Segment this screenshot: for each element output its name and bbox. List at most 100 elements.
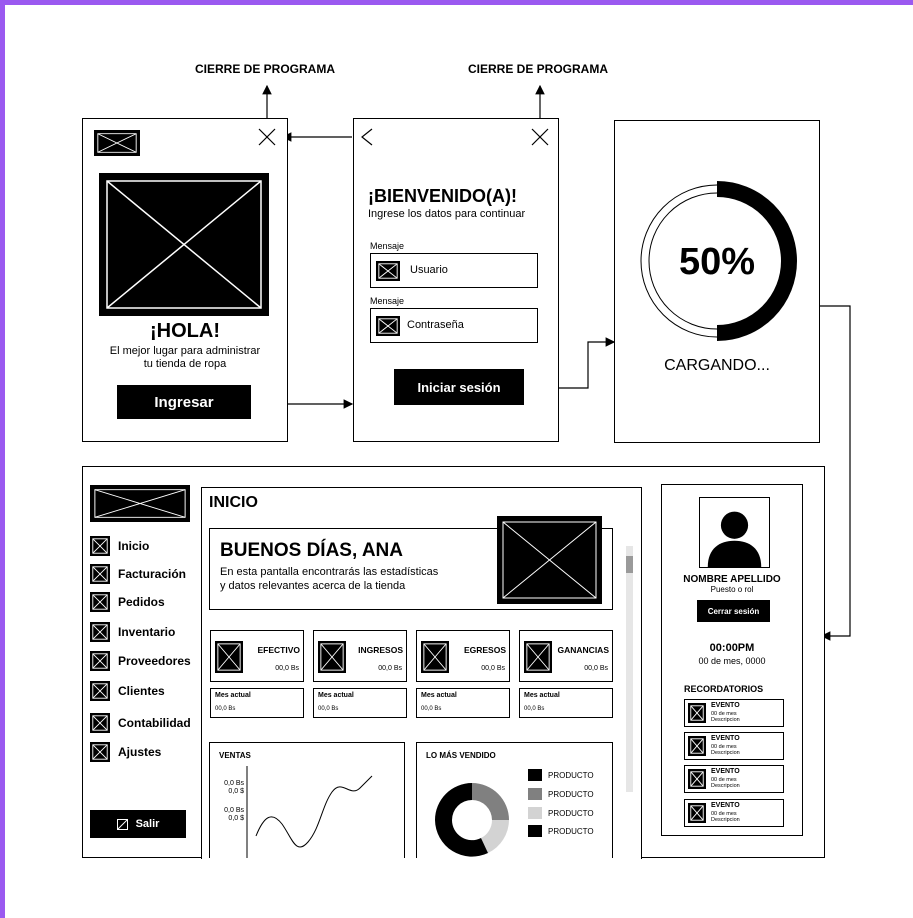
sidebar-item-label: Pedidos <box>118 595 165 609</box>
lock-icon <box>376 316 400 336</box>
legend-swatch <box>528 825 542 837</box>
sidebar-item-contabilidad[interactable]: Contabilidad <box>90 713 191 733</box>
stat-month-label: Mes actual <box>215 692 251 699</box>
login-button[interactable]: Iniciar sesión <box>394 369 524 405</box>
menu-icon <box>90 564 110 584</box>
stat-month-card: Mes actual 00,0 Bs <box>313 688 407 718</box>
sales-title: VENTAS <box>219 751 251 760</box>
stat-label: EFECTIVO <box>257 645 300 655</box>
logout-profile-button[interactable]: Cerrar sesión <box>697 600 770 622</box>
event-desc: Descripcion <box>711 717 740 723</box>
menu-icon <box>90 536 110 556</box>
stat-month-card: Mes actual 00,0 Bs <box>519 688 613 718</box>
sidebar-item-inventario[interactable]: Inventario <box>90 622 175 642</box>
legend-item: PRODUCTO <box>528 769 594 781</box>
user-avatar-icon <box>707 511 762 567</box>
stat-icon <box>215 641 243 673</box>
stat-card-ingresos: INGRESOS 00,0 Bs <box>313 630 407 682</box>
greeting-heading: BUENOS DÍAS, ANA <box>220 540 403 561</box>
close-program-label: CIERRE DE PROGRAMA <box>468 62 609 76</box>
reminder-item[interactable]: EVENTO 00 de mes Descripcion <box>684 732 784 760</box>
event-icon <box>688 769 706 789</box>
stat-icon <box>318 641 346 673</box>
stat-icon <box>524 641 552 673</box>
avatar <box>699 497 770 568</box>
reminder-item[interactable]: EVENTO 00 de mes Descripcion <box>684 799 784 827</box>
back-icon[interactable] <box>360 128 374 146</box>
loading-label: CARGANDO... <box>664 357 770 374</box>
menu-icon <box>90 713 110 733</box>
event-icon <box>688 736 706 756</box>
event-desc: Descripcion <box>711 817 740 823</box>
stat-value: 00,0 Bs <box>378 665 402 672</box>
event-desc: Descripcion <box>711 783 740 789</box>
menu-icon <box>90 742 110 762</box>
stat-label: EGRESOS <box>463 645 506 655</box>
greeting-image-placeholder <box>497 516 602 604</box>
sidebar-item-label: Facturación <box>118 567 187 581</box>
legend-item: PRODUCTO <box>528 825 594 837</box>
hero-image-placeholder <box>99 173 269 316</box>
best-sellers-donut <box>435 783 509 857</box>
sales-axis-label: 0,0 $ <box>228 815 244 822</box>
legend-label: PRODUCTO <box>548 808 594 818</box>
legend-swatch <box>528 807 542 819</box>
sidebar-item-label: Contabilidad <box>118 716 191 730</box>
welcome-heading: ¡BIENVENIDO(A)! <box>368 186 517 206</box>
stat-month-value: 00,0 Bs <box>215 706 236 712</box>
menu-icon <box>90 651 110 671</box>
event-icon <box>688 703 706 723</box>
stat-value: 00,0 Bs <box>275 665 299 672</box>
legend-label: PRODUCTO <box>548 770 594 780</box>
sidebar-item-clientes[interactable]: Clientes <box>90 681 165 701</box>
sidebar-item-proveedores[interactable]: Proveedores <box>90 651 191 671</box>
stat-month-label: Mes actual <box>524 692 560 699</box>
legend-swatch <box>528 769 542 781</box>
stat-value: 00,0 Bs <box>481 665 505 672</box>
stat-month-card: Mes actual 00,0 Bs <box>210 688 304 718</box>
sidebar-item-facturacion[interactable]: Facturación <box>90 564 186 584</box>
sidebar-item-label: Inicio <box>118 539 150 553</box>
greeting-sub: y datos relevantes acerca de la tienda <box>220 580 406 592</box>
profile-name: NOMBRE APELLIDO <box>683 574 781 585</box>
stat-value: 00,0 Bs <box>584 665 608 672</box>
password-placeholder: Contraseña <box>407 319 464 331</box>
greeting-sub: En esta pantalla encontrarás las estadís… <box>220 566 439 578</box>
scrollbar-thumb[interactable] <box>626 556 633 573</box>
scrollbar-track[interactable] <box>626 546 633 792</box>
sidebar-item-ajustes[interactable]: Ajustes <box>90 742 161 762</box>
page-title: INICIO <box>209 494 258 511</box>
sidebar-item-label: Ajustes <box>118 745 162 759</box>
sidebar-item-pedidos[interactable]: Pedidos <box>90 592 165 612</box>
close-icon[interactable] <box>531 128 549 146</box>
clock-time: 00:00PM <box>709 642 755 654</box>
legend-swatch <box>528 788 542 800</box>
logout-sidebar-button[interactable]: Salir <box>90 810 186 838</box>
clock-date: 00 de mes, 0000 <box>698 656 766 666</box>
event-desc: Descripcion <box>711 750 740 756</box>
reminder-item[interactable]: EVENTO 00 de mes Descripcion <box>684 699 784 727</box>
sidebar-item-label: Inventario <box>118 625 176 639</box>
user-field[interactable]: Usuario <box>370 253 538 288</box>
reminder-item[interactable]: EVENTO 00 de mes Descripcion <box>684 765 784 793</box>
legend-label: PRODUCTO <box>548 826 594 836</box>
menu-icon <box>90 592 110 612</box>
progress-percent: 50% <box>678 241 756 283</box>
profile-role: Puesto o rol <box>710 585 754 594</box>
password-field[interactable]: Contraseña <box>370 308 538 343</box>
dashboard-logo <box>90 485 190 522</box>
stat-card-efectivo: EFECTIVO 00,0 Bs <box>210 630 304 682</box>
sidebar-item-label: Proveedores <box>118 654 191 668</box>
stat-card-egresos: EGRESOS 00,0 Bs <box>416 630 510 682</box>
user-icon <box>376 261 400 281</box>
enter-button[interactable]: Ingresar <box>117 385 251 419</box>
event-icon <box>688 803 706 823</box>
close-program-label: CIERRE DE PROGRAMA <box>195 62 336 76</box>
close-icon[interactable] <box>258 128 276 146</box>
sales-axis-label: 0,0 Bs <box>224 807 244 814</box>
stat-month-label: Mes actual <box>318 692 354 699</box>
event-title: EVENTO <box>711 702 740 709</box>
user-field-label: Mensaje <box>370 241 405 251</box>
sales-line-chart <box>246 766 373 858</box>
sidebar-item-inicio[interactable]: Inicio <box>90 536 149 556</box>
